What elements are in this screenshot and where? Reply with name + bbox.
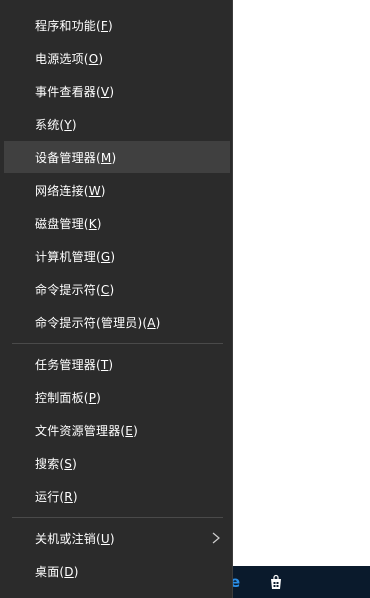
accelerator-key: D [64, 564, 74, 579]
menu-item-label: 文件资源管理器(E) [35, 423, 138, 438]
menu-item-network-connections[interactable]: 网络连接(W) [4, 174, 230, 206]
menu-item-command-prompt-admin[interactable]: 命令提示符(管理员)(A) [4, 306, 230, 338]
menu-item-label: 关机或注销(U) [35, 531, 115, 546]
menu-item-run[interactable]: 运行(R) [4, 480, 230, 512]
accelerator-key: T [100, 357, 109, 372]
menu-item-label: 命令提示符(管理员)(A) [35, 315, 161, 330]
menu-item-disk-management[interactable]: 磁盘管理(K) [4, 207, 230, 239]
accelerator-key: M [100, 150, 112, 165]
accelerator-key: G [100, 249, 111, 264]
menu-item-label: 搜索(S) [35, 456, 78, 471]
menu-item-desktop[interactable]: 桌面(D) [4, 555, 230, 587]
menu-item-device-manager[interactable]: 设备管理器(M) [4, 141, 230, 173]
menu-item-shutdown-signout[interactable]: 关机或注销(U) [4, 522, 230, 554]
menu-item-file-explorer[interactable]: 文件资源管理器(E) [4, 414, 230, 446]
accelerator-key: V [100, 84, 110, 99]
menu-item-power-options[interactable]: 电源选项(O) [4, 42, 230, 74]
menu-item-label: 设备管理器(M) [35, 150, 117, 165]
menu-item-label: 磁盘管理(K) [35, 216, 102, 231]
menu-item-label: 电源选项(O) [35, 51, 104, 66]
menu-item-computer-management[interactable]: 计算机管理(G) [4, 240, 230, 272]
menu-item-label: 控制面板(P) [35, 390, 102, 405]
menu-item-label: 桌面(D) [35, 564, 79, 579]
accelerator-key: K [88, 216, 97, 231]
accelerator-key: P [88, 390, 97, 405]
accelerator-key: U [100, 531, 110, 546]
accelerator-key: Y [64, 117, 72, 132]
accelerator-key: R [64, 489, 73, 504]
menu-item-label: 命令提示符(C) [35, 282, 115, 297]
menu-item-system[interactable]: 系统(Y) [4, 108, 230, 140]
accelerator-key: C [100, 282, 110, 297]
accelerator-key: O [88, 51, 99, 66]
menu-item-command-prompt[interactable]: 命令提示符(C) [4, 273, 230, 305]
menu-item-label: 运行(R) [35, 489, 78, 504]
menu-item-programs-features[interactable]: 程序和功能(F) [4, 9, 230, 41]
menu-item-label: 事件查看器(V) [35, 84, 115, 99]
menu-item-event-viewer[interactable]: 事件查看器(V) [4, 75, 230, 107]
menu-item-search[interactable]: 搜索(S) [4, 447, 230, 479]
menu-item-label: 任务管理器(T) [35, 357, 114, 372]
accelerator-key: S [64, 456, 73, 471]
menu-item-control-panel[interactable]: 控制面板(P) [4, 381, 230, 413]
accelerator-key: F [100, 18, 108, 33]
menu-item-label: 网络连接(W) [35, 183, 106, 198]
winx-context-menu: 程序和功能(F) 电源选项(O) 事件查看器(V) 系统(Y) 设备管理器(M)… [0, 0, 233, 598]
store-icon[interactable] [268, 574, 284, 590]
chevron-right-icon [212, 532, 220, 544]
menu-item-label: 计算机管理(G) [35, 249, 116, 264]
menu-separator [12, 343, 223, 344]
menu-item-label: 系统(Y) [35, 117, 77, 132]
accelerator-key: E [125, 423, 134, 438]
accelerator-key: W [88, 183, 101, 198]
menu-item-label: 程序和功能(F) [35, 18, 113, 33]
accelerator-key: A [147, 315, 156, 330]
menu-separator [12, 517, 223, 518]
menu-item-task-manager[interactable]: 任务管理器(T) [4, 348, 230, 380]
